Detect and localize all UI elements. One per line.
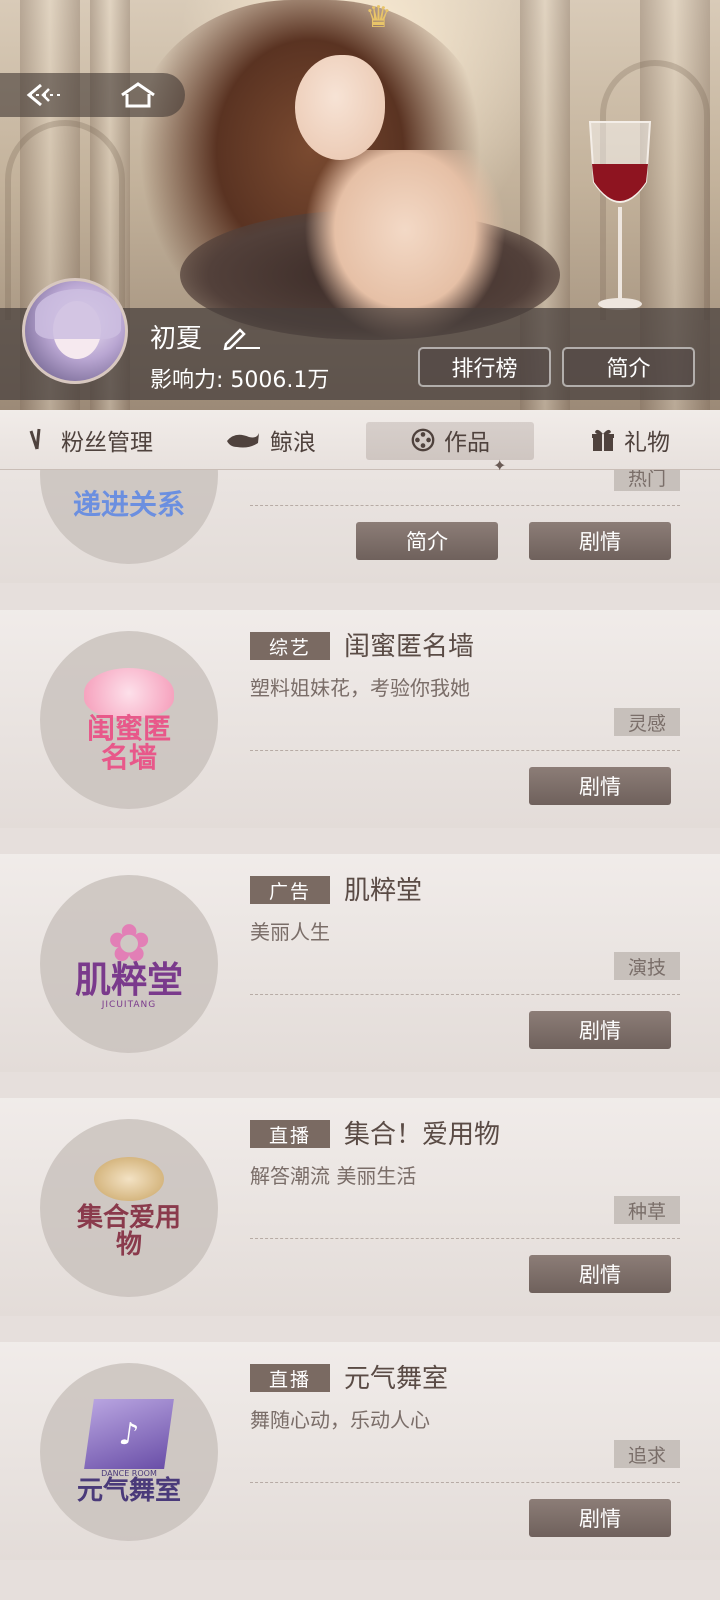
back-button[interactable]	[0, 73, 92, 117]
tab-label: 礼物	[624, 429, 670, 456]
wine-glass-icon	[588, 121, 652, 310]
work-logo: ♪ DANCE ROOM 元气舞室	[40, 1363, 218, 1541]
hero-banner: ♛ 初夏 影响力: 5006.1万 排行榜 简介	[0, 0, 720, 410]
tab-fan-management[interactable]: 粉丝管理	[0, 410, 180, 469]
work-logo: ✿ 肌粹堂 JICUITANG	[40, 875, 218, 1053]
work-subtitle: 舞随心动，乐动人心	[250, 1408, 430, 1432]
nav-pill	[0, 73, 185, 117]
work-subtitle: 解答潮流 美丽生活	[250, 1164, 417, 1188]
whale-icon	[224, 427, 262, 453]
cushion-compact-icon	[94, 1156, 164, 1201]
avatar[interactable]	[22, 278, 128, 384]
ranking-button[interactable]: 排行榜	[418, 347, 551, 387]
divider	[250, 994, 680, 995]
category-tag: 广告	[250, 876, 330, 904]
divider	[250, 750, 680, 751]
work-title: 元气舞室	[344, 1364, 449, 1394]
work-subtitle: 美丽人生	[250, 920, 330, 944]
tab-label: 鲸浪	[270, 429, 316, 456]
work-logo: 集合爱用物	[40, 1119, 218, 1297]
work-card: 集合爱用物 直播 集合！爱用物 解答潮流 美丽生活 种草 剧情	[0, 1098, 720, 1316]
home-button[interactable]	[92, 73, 184, 117]
divider	[250, 505, 680, 506]
heart-icon	[84, 667, 174, 718]
work-card: ✿ 肌粹堂 JICUITANG 广告 肌粹堂 美丽人生 演技 剧情	[0, 854, 720, 1072]
username: 初夏	[150, 324, 203, 354]
category-tag: 直播	[250, 1364, 330, 1392]
tab-gifts[interactable]: 礼物	[540, 410, 720, 469]
story-button[interactable]: 剧情	[529, 767, 671, 805]
gift-icon	[590, 427, 616, 453]
work-title: 肌粹堂	[344, 876, 423, 906]
category-tag: 综艺	[250, 632, 330, 660]
attribute-badge: 种草	[614, 1196, 680, 1224]
tab-bar: 粉丝管理 鲸浪 作品 礼物	[0, 410, 720, 470]
tab-label: 作品	[444, 429, 490, 456]
story-button[interactable]: 剧情	[529, 1011, 671, 1049]
works-list: 递进关系 热门 简介 剧情 闺蜜匿名墙 综艺 闺蜜匿名墙 塑料姐妹花，考验你我她…	[0, 470, 720, 1600]
home-icon	[121, 82, 155, 108]
tab-label: 粉丝管理	[61, 429, 153, 456]
influence-value: 影响力: 5006.1万	[150, 368, 330, 393]
story-button[interactable]: 剧情	[529, 1255, 671, 1293]
dancer-icon: ♪	[84, 1398, 174, 1469]
work-subtitle: 塑料姐妹花，考验你我她	[250, 676, 470, 700]
divider	[250, 1238, 680, 1239]
intro-button[interactable]: 简介	[356, 522, 498, 560]
work-card: 递进关系 热门 简介 剧情	[0, 470, 720, 583]
character-face	[295, 55, 385, 160]
work-card: ♪ DANCE ROOM 元气舞室 直播 元气舞室 舞随心动，乐动人心 追求 剧…	[0, 1342, 720, 1560]
work-card: 闺蜜匿名墙 综艺 闺蜜匿名墙 塑料姐妹花，考验你我她 灵感 剧情	[0, 610, 720, 828]
crown-icon: ♛	[365, 0, 392, 35]
work-logo: 递进关系	[40, 470, 218, 564]
tab-works[interactable]: 作品	[360, 410, 540, 469]
film-reel-icon	[410, 427, 436, 453]
story-button[interactable]: 剧情	[529, 522, 671, 560]
intro-button[interactable]: 简介	[562, 347, 695, 387]
story-button[interactable]: 剧情	[529, 1499, 671, 1537]
work-title: 集合！爱用物	[344, 1120, 501, 1150]
category-tag: 直播	[250, 1120, 330, 1148]
back-arrow-icon	[26, 83, 63, 107]
work-logo: 闺蜜匿名墙	[40, 631, 218, 809]
attribute-badge: 演技	[614, 952, 680, 980]
attribute-badge: 追求	[614, 1440, 680, 1468]
tab-whale[interactable]: 鲸浪	[180, 410, 360, 469]
fan-icon	[27, 427, 53, 453]
attribute-badge: 灵感	[614, 708, 680, 736]
edit-name-icon[interactable]	[222, 322, 262, 350]
work-title: 闺蜜匿名墙	[344, 632, 475, 662]
attribute-badge: 热门	[614, 470, 680, 491]
divider	[250, 1482, 680, 1483]
